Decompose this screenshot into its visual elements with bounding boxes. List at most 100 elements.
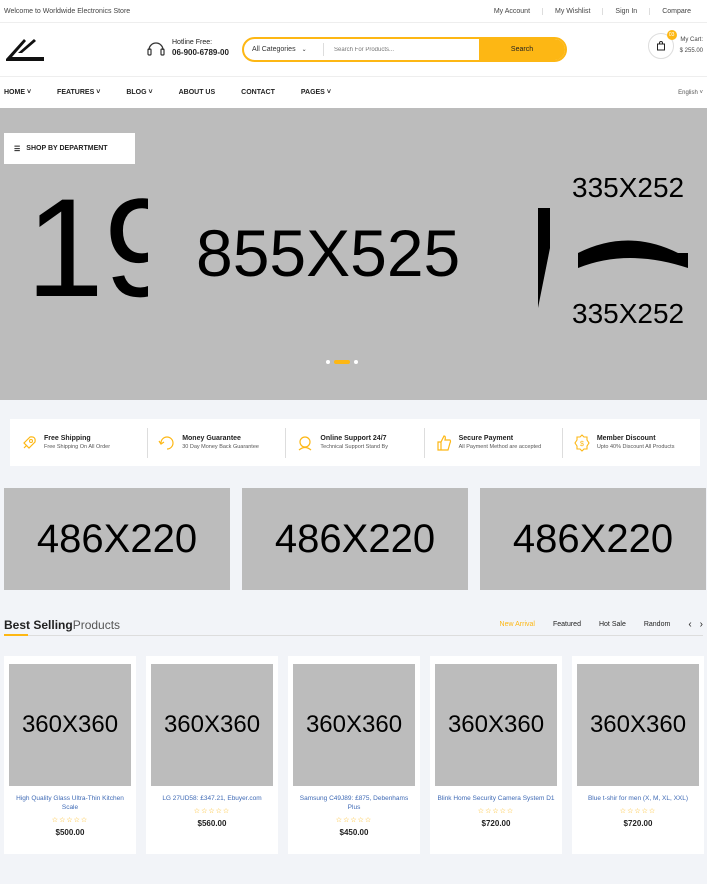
top-bar: Welcome to Worldwide Electronics Store M…: [0, 0, 707, 23]
svg-text:$: $: [580, 441, 584, 448]
nav-blog[interactable]: BLOG ˅: [126, 89, 152, 96]
slider-dots: [326, 360, 358, 364]
rating-stars: ☆☆☆☆☆: [477, 808, 515, 815]
feature-member-discount: $ Member Discount Upto 40% Discount All P…: [563, 428, 700, 458]
tab-new-arrival[interactable]: New Arrival: [500, 621, 535, 628]
product-card[interactable]: 360X360 Samsung C49J89: £875, Debenhams …: [288, 656, 420, 854]
product-name[interactable]: Samsung C49J89: £875, Debenhams Plus: [293, 794, 415, 812]
product-price: $720.00: [481, 819, 511, 828]
product-price: $720.00: [623, 819, 653, 828]
product-card[interactable]: 360X360 LG 27UD58: £347.21, Ebuyer.com ☆…: [146, 656, 278, 854]
shopping-bag-icon: [656, 41, 665, 51]
cart-label: My Cart:: [680, 37, 703, 43]
banner-placeholder-right-bottom: 335X252: [572, 298, 685, 329]
feature-online-support: Online Support 24/7 Technical Support Sta…: [286, 427, 425, 458]
hotline: Hotline Free: 06-900-6789-00: [146, 38, 229, 59]
cart-total: $ 255.00: [679, 48, 703, 54]
discount-icon: $: [574, 433, 590, 452]
product-card[interactable]: 360X360 High Quality Glass Ultra-Thin Ki…: [4, 656, 136, 854]
search-button[interactable]: Search: [479, 39, 565, 60]
headset-icon: [299, 435, 312, 450]
slide-fragment-graphic: [538, 208, 688, 308]
search-input[interactable]: [324, 46, 479, 53]
nav-pages[interactable]: PAGES ˅: [301, 89, 331, 96]
tab-featured[interactable]: Featured: [553, 621, 581, 628]
language-select[interactable]: English ˅: [678, 90, 703, 96]
tab-hot-sale[interactable]: Hot Sale: [599, 621, 626, 628]
features-bar: Free Shipping Free Shipping On All Order …: [10, 419, 700, 466]
rating-stars: ☆☆☆☆☆: [335, 817, 373, 824]
main-nav: HOME ˅ FEATURES ˅ BLOG ˅ ABOUT US CONTAC…: [0, 76, 707, 108]
banner-placeholder-right-top: 335X252: [572, 172, 685, 203]
chevron-right-icon[interactable]: ›: [700, 619, 703, 630]
chevron-down-icon: ˅: [326, 89, 331, 96]
cart-button[interactable]: 03: [647, 30, 677, 59]
promo-banner[interactable]: 486X220: [480, 488, 706, 590]
product-image[interactable]: 360X360: [435, 664, 557, 786]
logo-icon[interactable]: [4, 35, 46, 63]
product-tabs: New Arrival Featured Hot Sale Random ‹ ›: [500, 619, 703, 630]
product-price: $450.00: [339, 828, 369, 837]
slider-dot[interactable]: [354, 360, 358, 364]
welcome-text: Welcome to Worldwide Electronics Store: [4, 7, 131, 15]
section-title: Best SellingProducts: [4, 617, 121, 632]
product-image[interactable]: 360X360: [151, 664, 273, 786]
rating-stars: ☆☆☆☆☆: [193, 808, 231, 815]
chevron-down-icon: ˅: [96, 89, 101, 96]
product-name[interactable]: Blink Home Security Camera System D1: [435, 794, 557, 803]
product-card[interactable]: 360X360 Blue t-shir for men (X, M, XL, X…: [572, 656, 704, 854]
slider-dot-active[interactable]: [334, 360, 350, 364]
rating-stars: ☆☆☆☆☆: [51, 817, 89, 824]
product-name[interactable]: High Quality Glass Ultra-Thin Kitchen Sc…: [9, 794, 131, 812]
top-links: My Account My Wishlist Sign In Compare: [482, 7, 703, 15]
my-account-link[interactable]: My Account: [482, 8, 542, 15]
product-name[interactable]: LG 27UD58: £347.21, Ebuyer.com: [151, 794, 273, 803]
title-underline: [4, 634, 28, 636]
search-bar: All Categories ⌄ Search: [242, 37, 567, 62]
chevron-down-icon: ˅: [699, 89, 703, 96]
category-select[interactable]: All Categories ⌄: [244, 43, 324, 56]
product-image[interactable]: 360X360: [9, 664, 131, 786]
slide-placeholder-left: 19: [26, 178, 148, 318]
slider-dot[interactable]: [326, 360, 330, 364]
nav-contact[interactable]: CONTACT: [241, 89, 275, 96]
my-wishlist-link[interactable]: My Wishlist: [542, 7, 602, 15]
best-selling-header: Best SellingProducts New Arrival Feature…: [4, 614, 703, 636]
header: Hotline Free: 06-900-6789-00 All Categor…: [0, 23, 707, 76]
money-back-icon: [158, 435, 174, 450]
thumbs-up-icon: [437, 434, 451, 451]
nav-about-us[interactable]: ABOUT US: [179, 89, 216, 96]
nav-features[interactable]: FEATURES ˅: [57, 89, 100, 96]
shop-by-department-button[interactable]: ☰ SHOP BY DEPARTMENT: [4, 133, 135, 164]
chevron-down-icon: ˅: [148, 89, 153, 96]
product-name[interactable]: Blue t-shir for men (X, M, XL, XXL): [577, 794, 699, 803]
compare-link[interactable]: Compare: [649, 7, 703, 15]
product-price: $560.00: [197, 819, 227, 828]
chevron-left-icon[interactable]: ‹: [688, 619, 691, 630]
menu-icon: ☰: [14, 145, 21, 153]
cart[interactable]: 03 My Cart: $ 255.00: [647, 30, 703, 59]
rating-stars: ☆☆☆☆☆: [619, 808, 657, 815]
product-image[interactable]: 360X360: [577, 664, 699, 786]
promo-banner[interactable]: 486X220: [4, 488, 230, 590]
tab-random[interactable]: Random: [644, 621, 670, 628]
promo-banner[interactable]: 486X220: [242, 488, 468, 590]
product-price: $500.00: [55, 828, 85, 837]
nav-home[interactable]: HOME ˅: [4, 89, 31, 96]
chevron-down-icon: ⌄: [301, 47, 307, 53]
chevron-down-icon: ˅: [26, 89, 32, 96]
slide-placeholder-main: 855X525: [196, 216, 461, 290]
product-card[interactable]: 360X360 Blink Home Security Camera Syste…: [430, 656, 562, 854]
product-list: 360X360 High Quality Glass Ultra-Thin Ki…: [4, 656, 704, 854]
headset-icon: [147, 41, 165, 56]
sign-in-link[interactable]: Sign In: [602, 7, 649, 15]
product-image[interactable]: 360X360: [293, 664, 415, 786]
rocket-icon: [23, 435, 36, 449]
feature-secure-payment: Secure Payment All Payment Method are acc…: [425, 427, 563, 458]
cart-count-badge: 03: [666, 30, 677, 40]
promo-banners: 486X220 486X220 486X220: [4, 488, 706, 590]
feature-money-guarantee: Money Guarantee 30 Day Money Back Guarant…: [148, 427, 287, 458]
hotline-label: Hotline Free:: [172, 39, 213, 46]
hotline-number: 06-900-6789-00: [172, 48, 229, 57]
hero-slider[interactable]: ☰ SHOP BY DEPARTMENT 19 855X525 335X252 …: [0, 108, 707, 400]
